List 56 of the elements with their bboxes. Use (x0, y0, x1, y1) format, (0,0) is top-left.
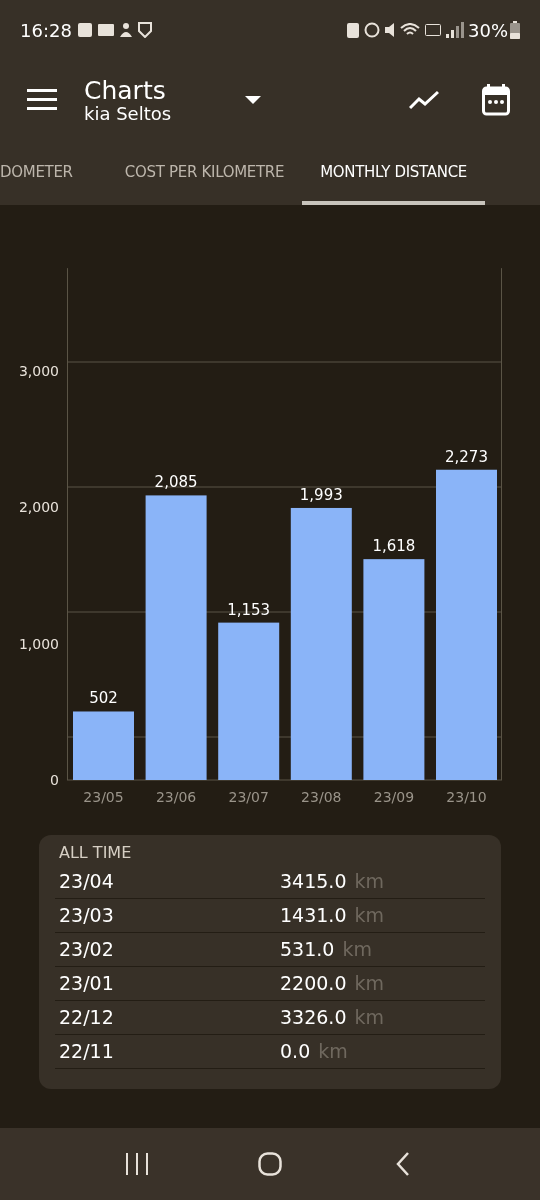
distance-value: 531.0 (280, 937, 335, 963)
unit-label: km (318, 1039, 348, 1065)
back-icon (396, 1152, 411, 1176)
signal-icon (446, 22, 464, 38)
status-time: 16:28 (20, 18, 72, 43)
person-icon (119, 23, 132, 37)
x-axis-label: 23/10 (446, 789, 487, 805)
month-cell-text: 23/04 (59, 869, 115, 895)
distance-value: 0.0 (280, 1039, 311, 1065)
month-cell-text: 23/02 (59, 937, 115, 963)
battery-icon (510, 21, 520, 39)
unit-label: km (354, 1005, 384, 1031)
tab[interactable]: COST PER KILOMETRE (106, 140, 303, 205)
unit-label: km (342, 937, 372, 963)
trend-line-icon (409, 90, 439, 110)
bar (73, 711, 134, 780)
menu-icon (27, 89, 57, 111)
distance-value: 2200.0 (280, 971, 347, 997)
month-cell-text: 22/11 (59, 1039, 115, 1065)
card-title: ALL TIME (59, 842, 133, 864)
vehicle-name: kia Seltos (84, 104, 172, 123)
mute-icon (385, 23, 395, 37)
x-axis-label: 23/06 (155, 789, 197, 805)
month-cell-text: 23/01 (59, 971, 115, 997)
tab[interactable]: MONTHLY DISTANCE (302, 140, 485, 205)
bar-value-label: 2,273 (445, 447, 488, 466)
bar-value-label: 502 (89, 689, 118, 708)
home-icon (258, 1152, 282, 1176)
unit-label: km (354, 869, 384, 895)
y-axis-label: 3,000 (18, 362, 59, 379)
unit-label: km (354, 971, 384, 997)
tab[interactable]: DOMETER (0, 140, 107, 205)
screen-title: Charts (84, 77, 167, 103)
shield-icon (137, 22, 152, 38)
recent-apps-icon (124, 1153, 149, 1175)
calendar-icon (482, 84, 510, 116)
y-axis-label: 1,000 (18, 635, 59, 652)
month-cell-text: 23/03 (59, 903, 115, 929)
dropdown-caret-icon (245, 96, 262, 104)
battery-percent: 30% (468, 18, 508, 43)
distance-value: 3415.0 (280, 869, 347, 895)
bar-value-label: 2,085 (154, 473, 198, 492)
bar-value-label: 1,153 (227, 600, 271, 619)
x-axis-label: 23/07 (228, 789, 269, 805)
distance-value: 1431.0 (280, 903, 347, 929)
distance-value: 3326.0 (280, 1005, 347, 1031)
unit-label: km (354, 903, 384, 929)
alarm-icon (364, 22, 380, 38)
bar-value-label: 1,993 (299, 485, 343, 504)
x-axis-label: 23/05 (83, 789, 124, 805)
month-cell-text: 22/12 (59, 1005, 115, 1031)
bar-value-label: 1,618 (372, 537, 416, 556)
y-axis-label: 2,000 (18, 499, 59, 515)
y-axis-label: 0 (50, 772, 59, 788)
x-axis-label: 23/09 (373, 789, 415, 805)
x-axis-label: 23/08 (301, 789, 342, 805)
